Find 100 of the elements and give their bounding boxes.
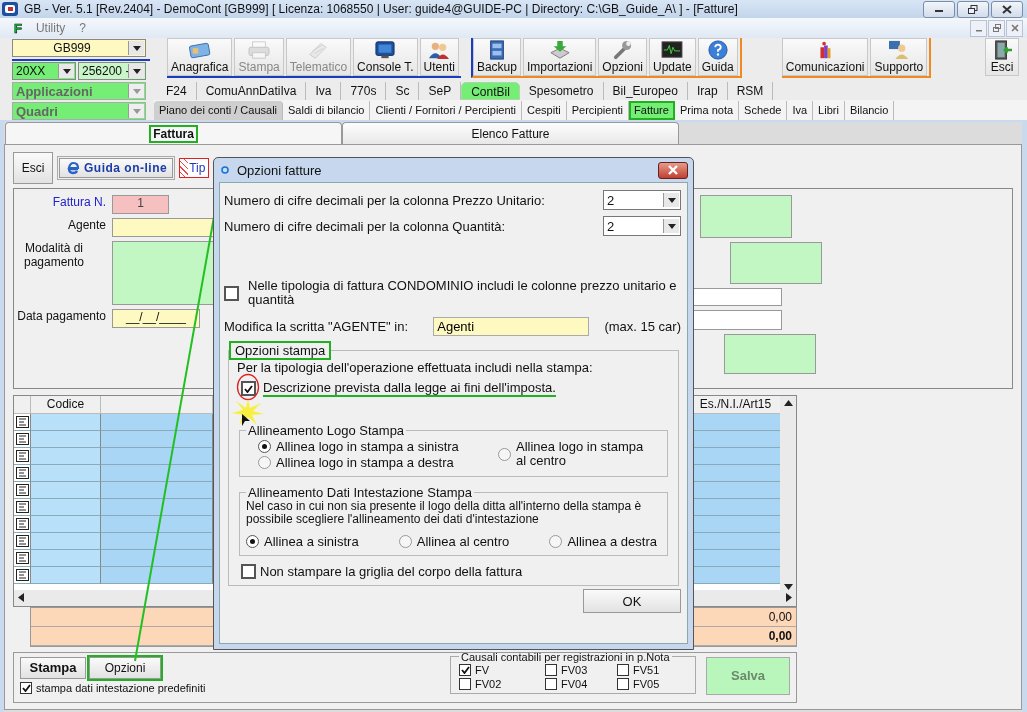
input-field[interactable] [724, 334, 816, 375]
application-select[interactable]: Applicazioni [12, 82, 146, 100]
browser-icon [65, 160, 81, 175]
checkbox[interactable]: FV02 [459, 676, 545, 691]
restore-icon [992, 24, 1001, 32]
app-logo-icon [2, 2, 18, 16]
field-label: Modalità di pagamento [22, 241, 85, 270]
checkbox[interactable]: FV04 [545, 676, 617, 691]
close-button[interactable] [991, 0, 1023, 18]
input-field[interactable] [700, 195, 792, 239]
toolbar-button[interactable]: Supporto [870, 38, 928, 76]
checkbox[interactable]: Descrizione prevista dalla legge ai fini dell'imposta. [241, 380, 556, 397]
option-label: Allinea al centro [416, 534, 510, 549]
highlight-circle [236, 373, 260, 401]
decimals-select[interactable]: 2 [603, 190, 681, 210]
total-cell: 0,00 [768, 628, 792, 643]
arrow-right-icon[interactable] [786, 593, 792, 603]
section-tab[interactable]: Schede [739, 100, 788, 120]
total-cell: 0,00 [768, 609, 792, 624]
window-title: GB - Ver. 5.1 [Rev.2404] - DemoCont [GB999] [ Licenza: 1068550 | User: guide4@GUIDE-PC | Directory: C:\GB_Guide_A\ ] - [Fatture] [24, 2, 738, 16]
close-icon [1002, 4, 1012, 14]
year-select[interactable]: 20XX [12, 62, 76, 80]
radio-button[interactable] [258, 455, 271, 469]
type-button[interactable]: Tip [179, 157, 210, 178]
close-button[interactable] [658, 161, 688, 179]
checkbox[interactable]: FV [459, 662, 545, 677]
section-tab[interactable]: Bilancio [844, 100, 895, 120]
radio-button[interactable] [498, 447, 511, 461]
options-button[interactable]: Opzioni [89, 656, 161, 679]
checkbox[interactable]: FV51 [617, 662, 677, 677]
toolbar-button[interactable]: Opzioni [598, 38, 648, 76]
code-select[interactable]: 256200 - [78, 62, 146, 80]
section-tab[interactable]: Clienti / Fornitori / Percipienti [370, 100, 523, 120]
online-help-button[interactable]: Guida on-line [59, 157, 174, 178]
caret-icon [132, 45, 141, 51]
pulse-monitor-icon [659, 40, 686, 60]
input-field[interactable]: 1 [112, 195, 169, 215]
menu-item[interactable]: Utility [35, 21, 66, 35]
section-tab[interactable]: Iva [787, 100, 814, 120]
toolbar-button[interactable]: Backup [472, 38, 521, 76]
checkbox[interactable]: stampa dati intestazione predefiniti [20, 681, 440, 694]
toolbar-button[interactable]: Comunicazioni [781, 38, 869, 76]
restore-icon [968, 4, 978, 14]
invoice-tab[interactable]: Fattura [5, 122, 342, 144]
section-tab[interactable]: Saldi di bilancio [283, 100, 371, 120]
exit-button[interactable]: Esci [13, 151, 53, 184]
restore-button[interactable] [957, 0, 989, 18]
module-tab[interactable]: ContBil [461, 82, 520, 100]
section-tab[interactable]: Prima nota [674, 100, 740, 120]
toolbar-button[interactable]: Anagrafica [167, 38, 233, 76]
close-icon [667, 165, 679, 175]
check-icon [244, 384, 253, 393]
arrow-left-icon[interactable] [18, 593, 24, 603]
caret-icon [132, 88, 141, 94]
menu-item[interactable]: ? [79, 21, 86, 35]
close-icon [1010, 24, 1019, 32]
option-label: Allinea logo in stampa a destra [276, 454, 454, 470]
option-label: Allinea a sinistra [264, 534, 359, 549]
option-label: Numero di cifre decimali per la colonna Prezzo Unitario: [224, 192, 545, 208]
option-label: Numero di cifre decimali per la colonna Quantità: [224, 218, 506, 234]
caret-icon [62, 68, 71, 74]
option-label: Allinea logo in stampa al centro [516, 440, 645, 468]
check-icon [460, 665, 470, 674]
toolbar-button[interactable]: Console T. [353, 38, 418, 76]
dialog-title: Opzioni fatture [237, 162, 322, 178]
section-select[interactable]: Quadri [12, 102, 146, 120]
group-title: Allineamento Logo Stampa [247, 423, 406, 438]
toolbar-button[interactable]: Utenti [419, 38, 459, 76]
checkbox[interactable]: Non stampare la griglia del corpo della fattura [241, 564, 670, 579]
radio-button[interactable] [398, 535, 412, 548]
radio-button[interactable] [258, 439, 271, 453]
invoice-tab[interactable]: Elenco Fatture [342, 122, 679, 144]
section-tab[interactable]: Cespiti [522, 100, 567, 120]
minimize-button[interactable] [923, 0, 955, 18]
toolbar-button[interactable]: Importazioni [522, 38, 597, 76]
checkbox[interactable]: Nelle tipologia di fattura CONDOMINIO includi le colonne prezzo unitario e quantità [224, 279, 681, 307]
radio-button[interactable] [549, 535, 563, 548]
input-field[interactable]: __/__/____ [112, 309, 200, 329]
arrow-up-icon[interactable] [783, 399, 793, 406]
column-header: Es./N.I./Art15 [691, 395, 781, 414]
section-tab[interactable]: Fatture [629, 100, 675, 120]
toolbar-button[interactable]: Guida [697, 38, 738, 76]
section-tab[interactable]: Piano dei conti / Causali [154, 100, 283, 120]
radio-button[interactable] [246, 535, 259, 548]
toolbar-button[interactable]: Esci [985, 38, 1019, 76]
column-header: Codice [31, 395, 101, 414]
caret-icon [132, 108, 141, 114]
input-field[interactable]: Agenti [433, 316, 590, 336]
option-label: Modifica la scritta "AGENTE" in: [224, 318, 409, 334]
section-tab[interactable]: Libri [813, 100, 845, 120]
decimals-select[interactable]: 2 [603, 216, 681, 236]
dialog-icon [221, 166, 229, 174]
checkbox[interactable]: FV03 [545, 662, 617, 677]
arrow-down-icon[interactable] [783, 583, 793, 590]
print-button[interactable]: Stampa [20, 656, 86, 679]
input-field[interactable] [730, 242, 822, 285]
ok-button[interactable]: OK [583, 589, 681, 613]
toolbar-button[interactable]: Update [649, 38, 696, 76]
company-select[interactable]: GB999 [12, 39, 146, 57]
checkbox[interactable]: FV05 [617, 676, 677, 691]
